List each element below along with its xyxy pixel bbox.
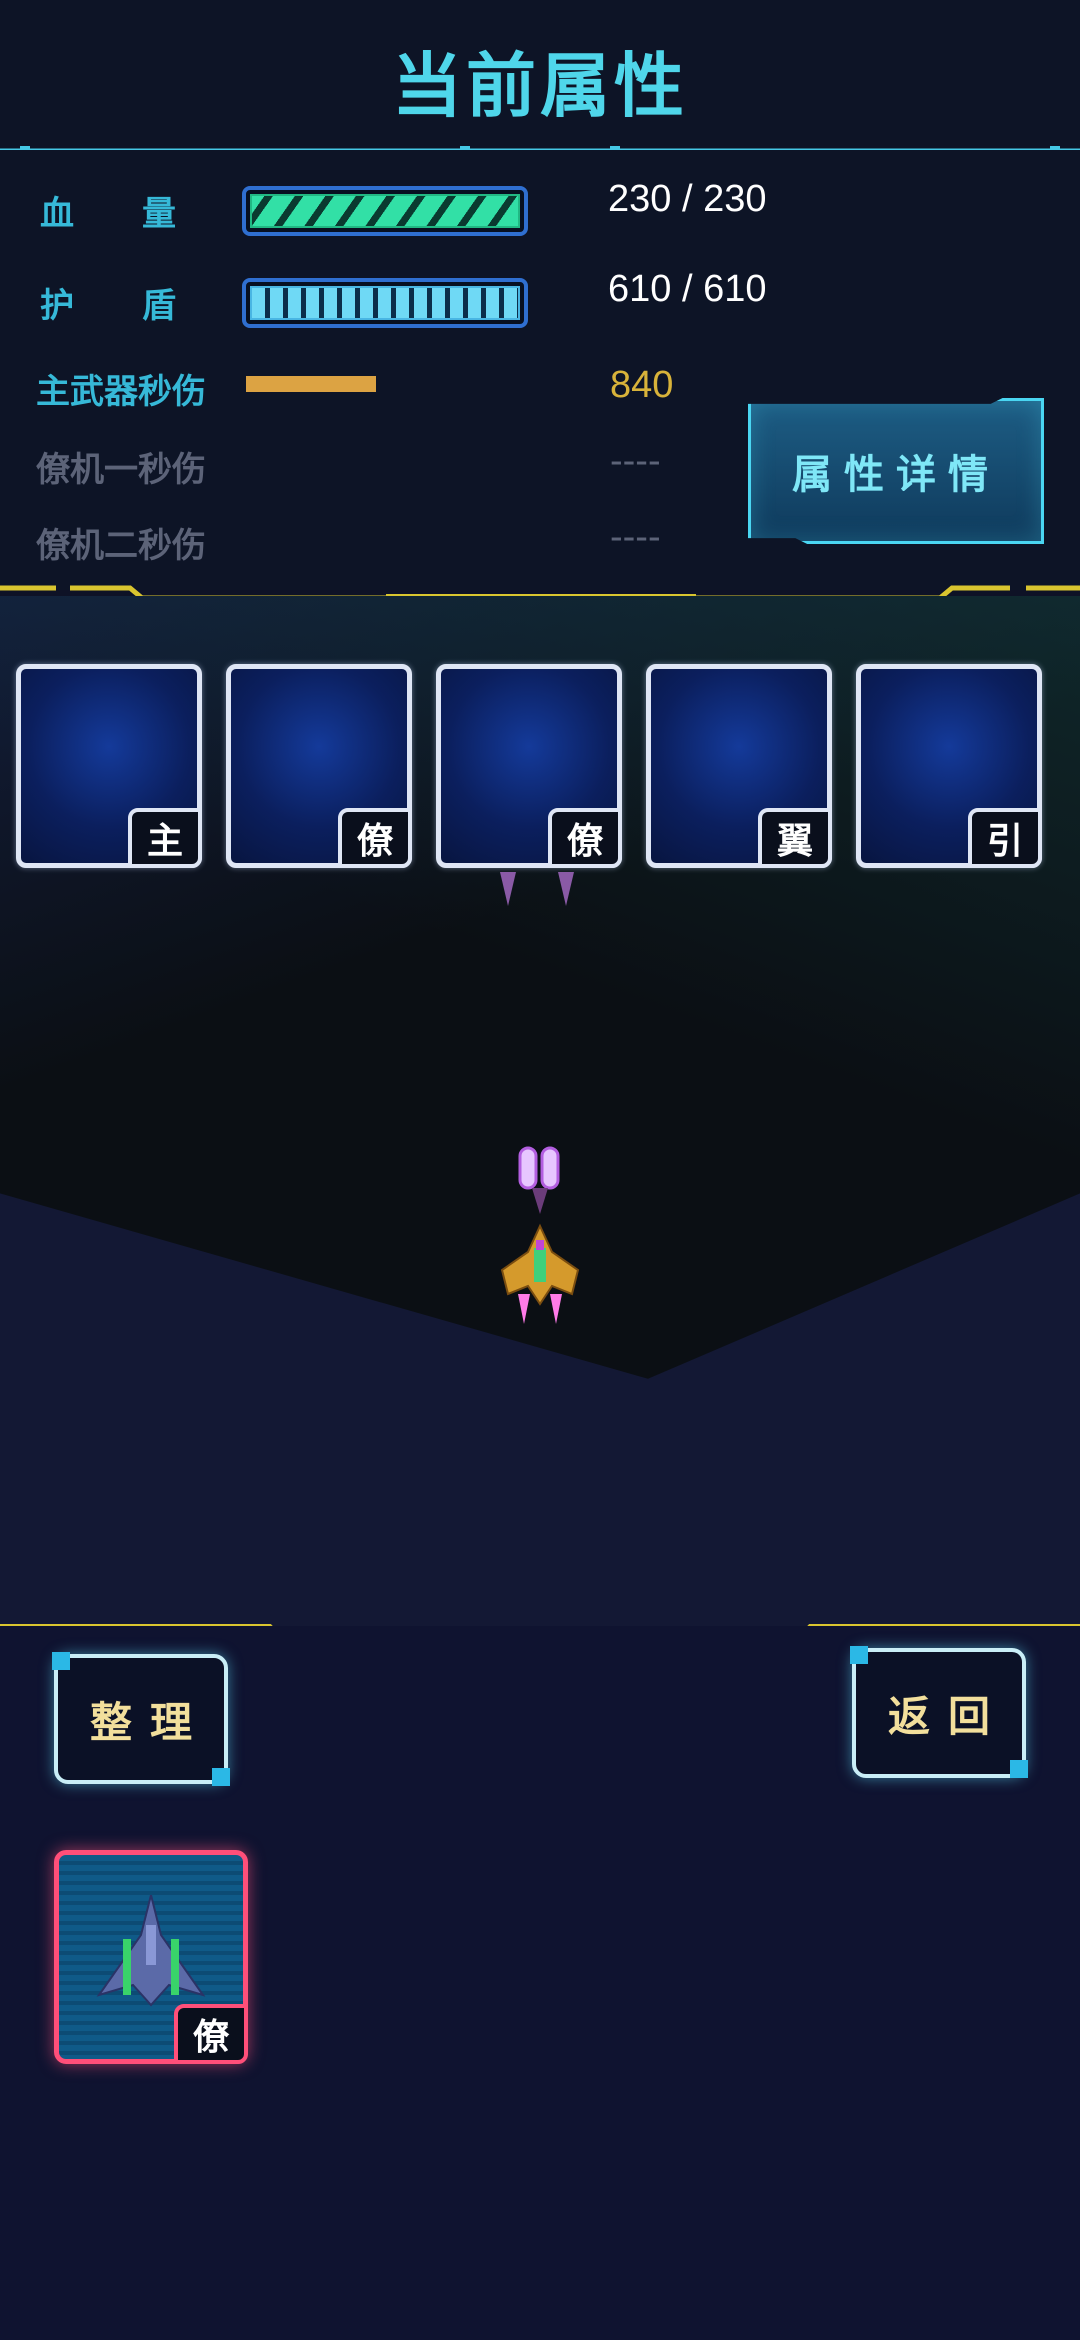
shield-bar <box>242 278 528 328</box>
equip-slot-wingman-1[interactable]: 僚 <box>226 664 412 868</box>
corner-accent <box>212 1768 230 1786</box>
slot-tag: 僚 <box>548 808 622 868</box>
sort-button[interactable]: 整理 <box>54 1654 228 1784</box>
sort-button-label: 整理 <box>89 1697 210 1747</box>
shield-value: 610 / 610 <box>608 268 767 310</box>
shield-label: 护 盾 <box>40 286 176 326</box>
hp-value: 230 / 230 <box>608 178 767 220</box>
equip-slot-wing[interactable]: 翼 <box>646 664 832 868</box>
slot-tag: 翼 <box>758 808 832 868</box>
hp-label: 血 量 <box>40 194 176 234</box>
hp-bar <box>242 186 528 236</box>
back-button-label: 返回 <box>887 1691 1008 1741</box>
slot-tag: 僚 <box>174 2004 248 2064</box>
equip-slot-engine[interactable]: 引 <box>856 664 1042 868</box>
wingman1-dps-label: 僚机一秒伤 <box>36 450 206 490</box>
wingman-ship-icon <box>96 1895 206 2007</box>
attribute-details-label: 属性详情 <box>792 452 1000 498</box>
slot-tag: 僚 <box>338 808 412 868</box>
main-weapon-dps-label: 主武器秒伤 <box>36 372 206 412</box>
main-weapon-dps-bar <box>246 376 376 392</box>
attribute-details-button[interactable]: 属性详情 <box>748 398 1044 544</box>
hp-bar-fill <box>250 194 520 228</box>
page-title: 当前属性 <box>392 45 688 127</box>
slot-tag: 引 <box>968 808 1042 868</box>
slot-tag: 主 <box>128 808 202 868</box>
back-button[interactable]: 返回 <box>852 1648 1026 1778</box>
projectile-icon <box>500 872 574 906</box>
player-ship-icon <box>500 1146 580 1324</box>
wingman2-dps-value: ---- <box>610 516 661 558</box>
shield-bar-fill <box>250 286 520 320</box>
equip-slot-main[interactable]: 主 <box>16 664 202 868</box>
corner-accent <box>52 1652 70 1670</box>
wingman2-dps-label: 僚机二秒伤 <box>36 526 206 566</box>
corner-accent <box>850 1646 868 1664</box>
equip-slot-wingman-2[interactable]: 僚 <box>436 664 622 868</box>
wingman1-dps-value: ---- <box>610 440 661 482</box>
inventory-item-wingman[interactable]: 僚 <box>54 1850 248 2064</box>
corner-accent <box>1010 1760 1028 1778</box>
main-weapon-dps-value: 840 <box>610 364 674 406</box>
